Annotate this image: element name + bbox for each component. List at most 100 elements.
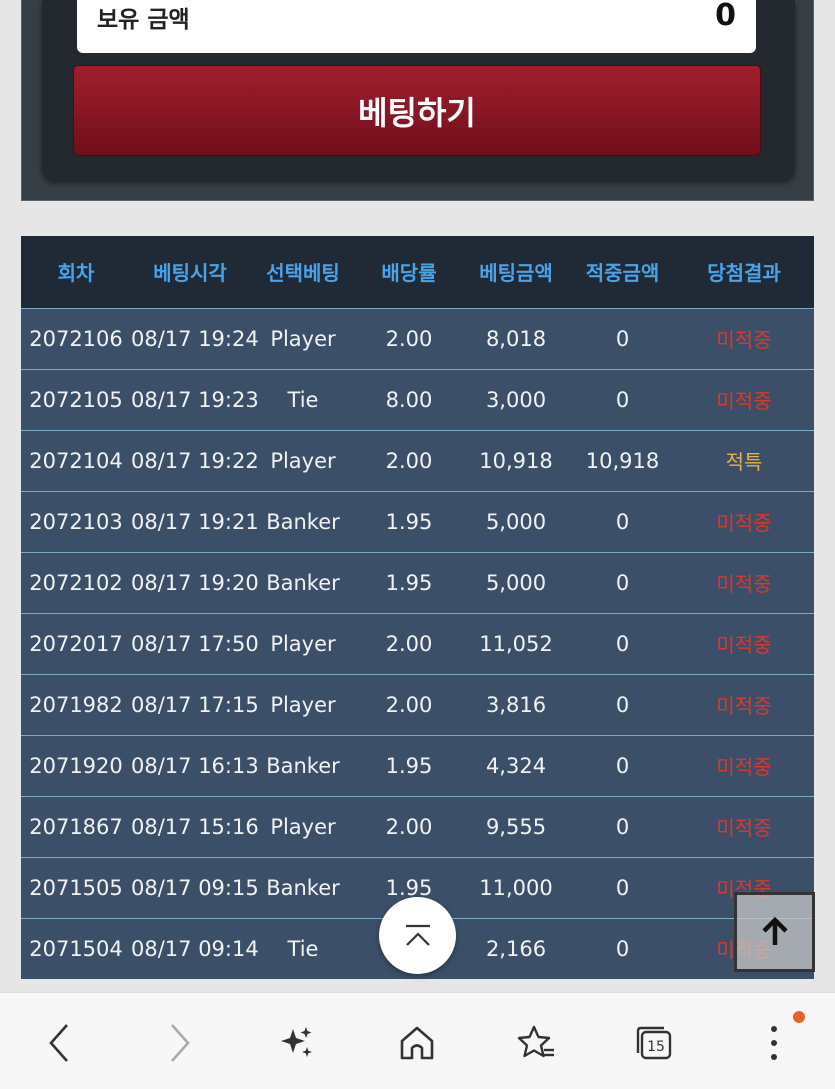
win-amount-cell: 0: [615, 326, 630, 351]
bet-history-table: 회차 베팅시각 선택베팅 배당률 베팅금액 적중금액 당첨결과 2072106 08/17 1…: [21, 236, 814, 979]
bet-amount-cell: 3,000: [485, 387, 547, 412]
round-cell: 2072106: [29, 326, 123, 351]
win-amount-cell: 0: [615, 570, 630, 595]
pick-cell: Banker: [266, 570, 340, 595]
bet-amount-cell: 3,816: [485, 692, 547, 717]
pick-cell: Banker: [266, 509, 340, 534]
column-header: 배당률: [381, 261, 437, 286]
bet-amount-cell: 8,018: [485, 326, 547, 351]
bookmarks-button[interactable]: [514, 1021, 558, 1065]
table-body: 2072106 08/17 19:24 Player 2.00 8,018 0 미적중 207…: [21, 308, 814, 979]
bet-time-cell: 08/17 17:50: [131, 631, 259, 656]
scroll-to-top-button[interactable]: [379, 897, 456, 974]
round-cell: 2071982: [29, 692, 123, 717]
bet-button[interactable]: 베팅하기: [73, 65, 761, 156]
bet-amount-cell: 10,918: [479, 448, 553, 473]
round-cell: 2071505: [29, 875, 123, 900]
table-row: 2072102 08/17 19:20 Banker 1.95 5,000 0 미적중: [21, 552, 814, 613]
win-amount-cell: 0: [615, 814, 630, 839]
back-button[interactable]: [37, 1021, 81, 1065]
betting-panel-inner: 보유 금액 0 베팅하기: [42, 0, 795, 180]
bet-time-cell: 08/17 19:22: [131, 448, 259, 473]
win-amount-cell: 10,918: [585, 448, 660, 473]
tabs-button[interactable]: 15: [633, 1021, 677, 1065]
win-amount-cell: 0: [615, 936, 630, 961]
column-header: 베팅금액: [479, 261, 553, 286]
odds-cell: 8.00: [385, 387, 433, 412]
bet-amount-cell: 11,000: [479, 875, 553, 900]
balance-value: 0: [715, 0, 736, 33]
result-cell: 미적중: [716, 389, 772, 413]
page-top-button[interactable]: [734, 892, 815, 972]
browser-toolbar: 15: [0, 992, 835, 1089]
ai-sparkle-icon: [281, 1027, 312, 1057]
notification-dot: [793, 1011, 805, 1023]
pick-cell: Tie: [287, 936, 319, 961]
table-row: 2072106 08/17 19:24 Player 2.00 8,018 0 미적중: [21, 308, 814, 369]
table-row: 2071920 08/17 16:13 Banker 1.95 4,324 0 미적중: [21, 735, 814, 796]
result-cell: 미적중: [716, 694, 772, 718]
win-amount-cell: 0: [615, 753, 630, 778]
balance-box: 보유 금액 0: [77, 0, 756, 53]
home-button[interactable]: [395, 1021, 439, 1065]
odds-cell: 1.95: [385, 509, 433, 534]
result-cell: 적특: [725, 450, 763, 474]
bet-time-cell: 08/17 16:13: [131, 753, 259, 778]
pick-cell: Player: [270, 631, 336, 656]
forward-icon: [171, 1024, 190, 1062]
bet-amount-cell: 9,555: [485, 814, 547, 839]
forward-button[interactable]: [158, 1021, 202, 1065]
pick-cell: Player: [270, 448, 336, 473]
bookmark-star-icon: [517, 1025, 554, 1058]
column-header: 당첨결과: [707, 261, 781, 286]
bet-time-cell: 08/17 09:14: [131, 936, 259, 961]
bet-time-cell: 08/17 19:24: [131, 326, 259, 351]
betting-panel: 보유 금액 0 베팅하기: [21, 0, 814, 201]
table-row: 2072103 08/17 19:21 Banker 1.95 5,000 0 미적중: [21, 491, 814, 552]
round-cell: 2071867: [29, 814, 123, 839]
tab-count: 15: [647, 1039, 665, 1055]
pick-cell: Banker: [266, 875, 340, 900]
chevron-up-bar-icon: [405, 924, 430, 946]
ai-assist-button[interactable]: [275, 1021, 319, 1065]
table-row: 2072017 08/17 17:50 Player 2.00 11,052 0 미적중: [21, 613, 814, 674]
pick-cell: Tie: [287, 387, 319, 412]
odds-cell: 2.00: [385, 326, 433, 351]
balance-label: 보유 금액: [97, 6, 190, 33]
win-amount-cell: 0: [615, 631, 630, 656]
column-header: 베팅시각: [153, 261, 227, 286]
bet-amount-cell: 2,166: [485, 936, 547, 961]
result-cell: 미적중: [716, 328, 772, 352]
table-header-row: 회차 베팅시각 선택베팅 배당률 베팅금액 적중금액 당첨결과: [21, 236, 814, 308]
tabs-icon: 15: [636, 1026, 672, 1060]
pick-cell: Banker: [266, 753, 340, 778]
win-amount-cell: 0: [615, 692, 630, 717]
more-menu-icon: [771, 1026, 777, 1060]
result-cell: 미적중: [716, 572, 772, 596]
bet-amount-cell: 5,000: [485, 509, 547, 534]
round-cell: 2072103: [29, 509, 123, 534]
more-menu-button[interactable]: [752, 1021, 796, 1065]
column-header: 선택베팅: [266, 261, 340, 286]
round-cell: 2071504: [29, 936, 123, 961]
win-amount-cell: 0: [615, 387, 630, 412]
column-header: 적중금액: [585, 261, 660, 286]
win-amount-cell: 0: [615, 875, 630, 900]
bet-time-cell: 08/17 19:21: [131, 509, 259, 534]
bet-time-cell: 08/17 19:20: [131, 570, 259, 595]
result-cell: 미적중: [716, 755, 772, 779]
round-cell: 2072104: [29, 448, 123, 473]
bet-time-cell: 08/17 19:23: [131, 387, 259, 412]
table-row: 2071982 08/17 17:15 Player 2.00 3,816 0 미적중: [21, 674, 814, 735]
bet-amount-cell: 11,052: [479, 631, 553, 656]
bet-time-cell: 08/17 15:16: [131, 814, 259, 839]
odds-cell: 2.00: [385, 692, 433, 717]
win-amount-cell: 0: [615, 509, 630, 534]
pick-cell: Player: [270, 326, 336, 351]
odds-cell: 2.00: [385, 448, 433, 473]
result-cell: 미적중: [716, 511, 772, 535]
back-icon: [49, 1024, 68, 1062]
result-cell: 미적중: [716, 816, 772, 840]
round-cell: 2072102: [29, 570, 123, 595]
odds-cell: 1.95: [385, 753, 433, 778]
